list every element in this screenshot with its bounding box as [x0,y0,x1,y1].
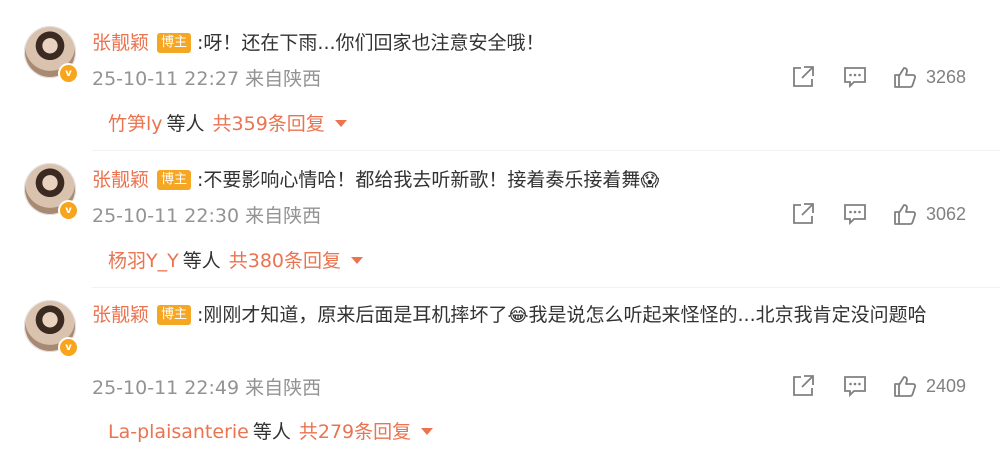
divider [92,287,1000,288]
comment-time: 25-10-11 22:30 来自陕西 [92,205,322,227]
reply-username[interactable]: La-plaisanterie [108,421,249,443]
share-icon[interactable] [790,64,816,90]
comment-username[interactable]: 张靓颖 [92,304,149,326]
verified-icon: v [58,200,79,221]
verified-icon: v [58,337,79,358]
comment-username[interactable]: 张靓颖 [92,169,149,191]
chevron-down-icon[interactable] [334,120,347,127]
comment-actions: 3062 [790,199,966,229]
comment-actions: 3268 [790,62,966,92]
reply-username[interactable]: 杨羽Y_Y [108,250,179,272]
share-icon[interactable] [790,201,816,227]
reply-others-label: 等人 [166,113,205,135]
emoji-icon: 😱 [640,170,660,191]
chevron-down-icon[interactable] [421,428,434,435]
reply-summary[interactable]: La-plaisanterie 等人 共279条回复 [108,417,434,444]
reply-username[interactable]: 竹笋ly [108,113,163,135]
reply-summary[interactable]: 杨羽Y_Y 等人 共380条回复 [108,246,363,273]
comment-text-continued: 我是说怎么听起来怪怪的...北京我肯定没问题哈 [528,304,927,326]
comment-icon[interactable] [842,201,868,227]
reply-others-label: 等人 [182,250,221,272]
chevron-down-icon[interactable] [351,257,363,264]
share-icon[interactable] [790,373,816,399]
comment-text: :不要影响心情哈！都给我去听新歌！接着奏乐接着舞 [197,169,641,191]
verified-icon: v [58,63,79,84]
like-icon[interactable] [892,373,918,399]
like-count: 3268 [926,66,967,87]
author-badge: 博主 [157,33,192,53]
comment-icon[interactable] [842,64,868,90]
like-count: 3062 [926,203,967,224]
comment-content: 张靓颖 博主:不要影响心情哈！都给我去听新歌！接着奏乐接着舞😱 [92,165,659,196]
divider [92,150,1000,151]
comment-icon[interactable] [842,373,868,399]
like-count: 2409 [926,375,967,396]
comment-content: 张靓颖 博主:呀！还在下雨...你们回家也注意安全哦！ [92,28,545,58]
reply-summary[interactable]: 竹笋ly 等人 共359条回复 [108,109,347,136]
emoji-icon: 😂 [507,305,529,326]
reply-count[interactable]: 共380条回复 [229,250,341,272]
reply-count[interactable]: 共359条回复 [213,113,325,135]
comment-content: 张靓颖 博主:刚刚才知道，原来后面是耳机摔坏了😂我是说怎么听起来怪怪的...北京我… [92,298,962,333]
comment-username[interactable]: 张靓颖 [92,32,149,54]
comment-time: 25-10-11 22:49 来自陕西 [92,377,322,399]
comment-text: :呀！还在下雨...你们回家也注意安全哦！ [197,32,545,54]
reply-count[interactable]: 共279条回复 [299,421,411,443]
comment-actions: 2409 [790,371,966,401]
comment-time: 25-10-11 22:27 来自陕西 [92,68,322,90]
author-badge: 博主 [157,305,192,325]
like-icon[interactable] [892,64,918,90]
reply-others-label: 等人 [252,421,291,443]
author-badge: 博主 [157,170,192,190]
like-icon[interactable] [892,201,918,227]
comment-text: :刚刚才知道，原来后面是耳机摔坏了 [197,304,508,326]
